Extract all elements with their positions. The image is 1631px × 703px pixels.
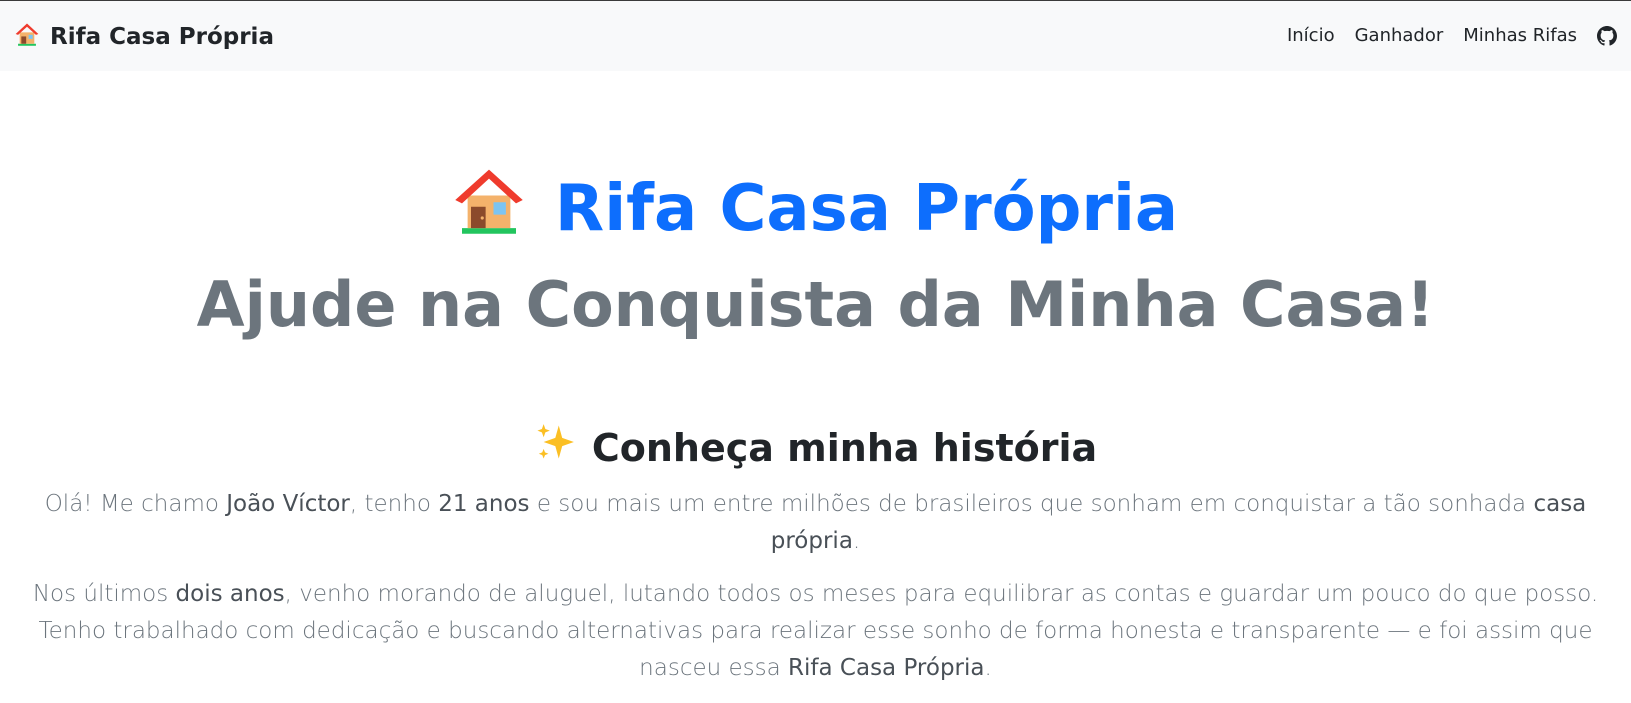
story-paragraph-2: Nos últimos dois anos, venho morando de … — [32, 581, 1599, 681]
nav-links: Início Ganhador Minhas Rifas — [1287, 25, 1617, 46]
brand-label: Rifa Casa Própria — [50, 24, 274, 50]
hero-subtitle: Ajude na Conquista da Minha Casa! — [196, 268, 1435, 341]
nav-link-minhas-rifas[interactable]: Minhas Rifas — [1463, 25, 1577, 46]
hero-title-text: Rifa Casa Própria — [554, 171, 1179, 246]
github-icon[interactable] — [1597, 25, 1617, 46]
story-title: Conheça minha história — [30, 420, 1601, 476]
hero-section: Rifa Casa Própria Ajude na Conquista da … — [0, 164, 1631, 343]
nav-link-ganhador[interactable]: Ganhador — [1355, 25, 1444, 46]
name-highlight: João Víctor — [226, 491, 350, 517]
navbar: Rifa Casa Própria Início Ganhador Minhas… — [0, 1, 1631, 71]
brand-link[interactable]: Rifa Casa Própria — [14, 21, 274, 53]
nav-link-inicio[interactable]: Início — [1287, 25, 1335, 46]
years-highlight: dois anos — [175, 581, 285, 607]
sparkles-icon — [534, 420, 578, 476]
story-section: Conheça minha história Olá! Me chamo Joã… — [30, 420, 1601, 703]
hero-title: Rifa Casa Própria — [0, 164, 1631, 253]
story-title-text: Conheça minha história — [591, 426, 1098, 470]
story-paragraph-1: Olá! Me chamo João Víctor, tenho 21 anos… — [44, 491, 1587, 554]
house-icon — [453, 164, 525, 253]
house-icon — [14, 21, 40, 53]
age-highlight: 21 anos — [438, 491, 530, 517]
raffle-highlight: Rifa Casa Própria — [788, 655, 985, 681]
